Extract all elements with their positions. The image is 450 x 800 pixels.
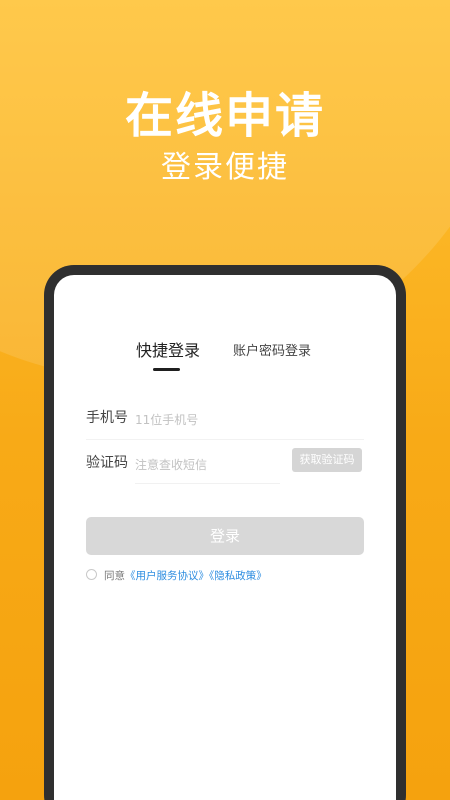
verification-code-field-row: 验证码 获取验证码 bbox=[86, 448, 364, 484]
tab-quick-login[interactable]: 快捷登录 bbox=[136, 341, 200, 361]
tab-account-password-login[interactable]: 账户密码登录 bbox=[233, 343, 311, 361]
privacy-policy-link[interactable]: 《隐私政策》 bbox=[209, 570, 267, 582]
phone-field-row: 手机号 bbox=[86, 403, 364, 440]
agreement-prefix: 同意 bbox=[104, 570, 125, 582]
verification-code-underline bbox=[135, 483, 280, 484]
verification-code-label: 验证码 bbox=[86, 455, 128, 471]
login-tabs: 快捷登录 账户密码登录 bbox=[54, 341, 396, 375]
get-verification-code-button[interactable]: 获取验证码 bbox=[292, 448, 362, 472]
verification-code-input[interactable] bbox=[135, 448, 285, 482]
phone-input[interactable] bbox=[135, 403, 285, 437]
agreement-checkbox[interactable] bbox=[86, 569, 97, 580]
active-tab-indicator bbox=[153, 368, 180, 371]
user-service-agreement-link[interactable]: 《用户服务协议》 bbox=[125, 570, 209, 582]
login-card: 快捷登录 账户密码登录 手机号 验证码 获取验证码 登录 同意《用户服务协议》《… bbox=[54, 275, 396, 800]
hero-title: 在线申请 bbox=[124, 88, 325, 144]
login-button[interactable]: 登录 bbox=[86, 517, 364, 555]
hero-banner: 在线申请 登录便捷 bbox=[0, 86, 450, 186]
agreement-text: 同意《用户服务协议》《隐私政策》 bbox=[104, 568, 267, 584]
login-screen: 在线申请 登录便捷 快捷登录 账户密码登录 手机号 验证码 获取验证码 登录 bbox=[0, 0, 450, 800]
hero-subtitle: 登录便捷 bbox=[161, 150, 289, 185]
phone-label: 手机号 bbox=[86, 410, 128, 426]
device-frame: 快捷登录 账户密码登录 手机号 验证码 获取验证码 登录 同意《用户服务协议》《… bbox=[44, 265, 406, 800]
